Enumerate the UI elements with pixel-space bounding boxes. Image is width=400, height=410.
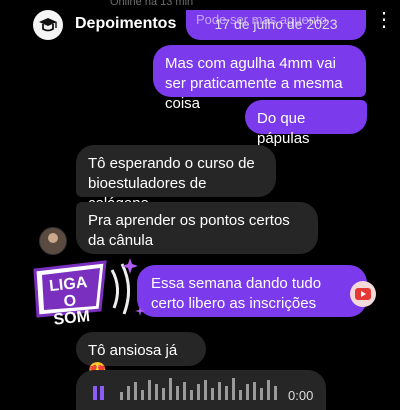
waveform-bar <box>218 382 221 400</box>
waveform-bar <box>225 386 228 400</box>
more-options-icon[interactable]: ⋮ <box>374 10 394 30</box>
waveform-bar <box>232 378 235 400</box>
date-banner: 17 de julho de 2023 Pode ser mas aguento <box>186 10 366 40</box>
message-outgoing[interactable]: Essa semana dando tudo certo libero as i… <box>137 265 367 317</box>
date-overlay-text: Pode ser mas aguento <box>196 12 327 27</box>
waveform-bar <box>120 392 123 400</box>
audio-waveform[interactable] <box>120 378 280 400</box>
waveform-bar <box>141 390 144 400</box>
waveform-bar <box>155 384 158 400</box>
story-logo-icon[interactable] <box>33 10 63 40</box>
waveform-bar <box>148 380 151 400</box>
message-outgoing[interactable]: Mas com agulha 4mm vai ser praticamente … <box>153 45 366 112</box>
waveform-bar <box>169 378 172 400</box>
waveform-bar <box>183 382 186 400</box>
youtube-icon[interactable] <box>350 281 376 307</box>
audio-duration: 0:00 <box>288 388 314 403</box>
waveform-bar <box>267 380 270 400</box>
sound-waves-icon <box>110 269 119 309</box>
story-title[interactable]: Depoimentos <box>75 15 176 33</box>
waveform-bar <box>190 390 193 400</box>
waveform-bar <box>197 384 200 400</box>
message-incoming[interactable]: Pra aprender os pontos certos da cânula <box>76 202 318 254</box>
message-incoming[interactable]: Tô ansiosa já 😍 <box>76 332 206 379</box>
waveform-bar <box>246 384 249 400</box>
message-incoming[interactable]: Tô esperando o curso de bioestuladores d… <box>76 145 276 212</box>
waveform-bar <box>176 386 179 400</box>
online-status: Online há 13 min <box>110 0 194 8</box>
play-icon[interactable] <box>92 386 106 405</box>
sticker-text: LIGA O SOM <box>48 274 91 329</box>
waveform-bar <box>253 382 256 400</box>
liga-o-som-sticker: LIGA O SOM <box>30 250 150 330</box>
waveform-bar <box>274 386 277 400</box>
waveform-bar <box>239 390 242 400</box>
waveform-bar <box>211 388 214 400</box>
waveform-bar <box>162 388 165 400</box>
waveform-bar <box>134 382 137 400</box>
message-outgoing[interactable]: Do que pápulas <box>245 100 367 147</box>
waveform-bar <box>127 386 130 400</box>
waveform-bar <box>204 380 207 400</box>
waveform-bar <box>260 388 263 400</box>
